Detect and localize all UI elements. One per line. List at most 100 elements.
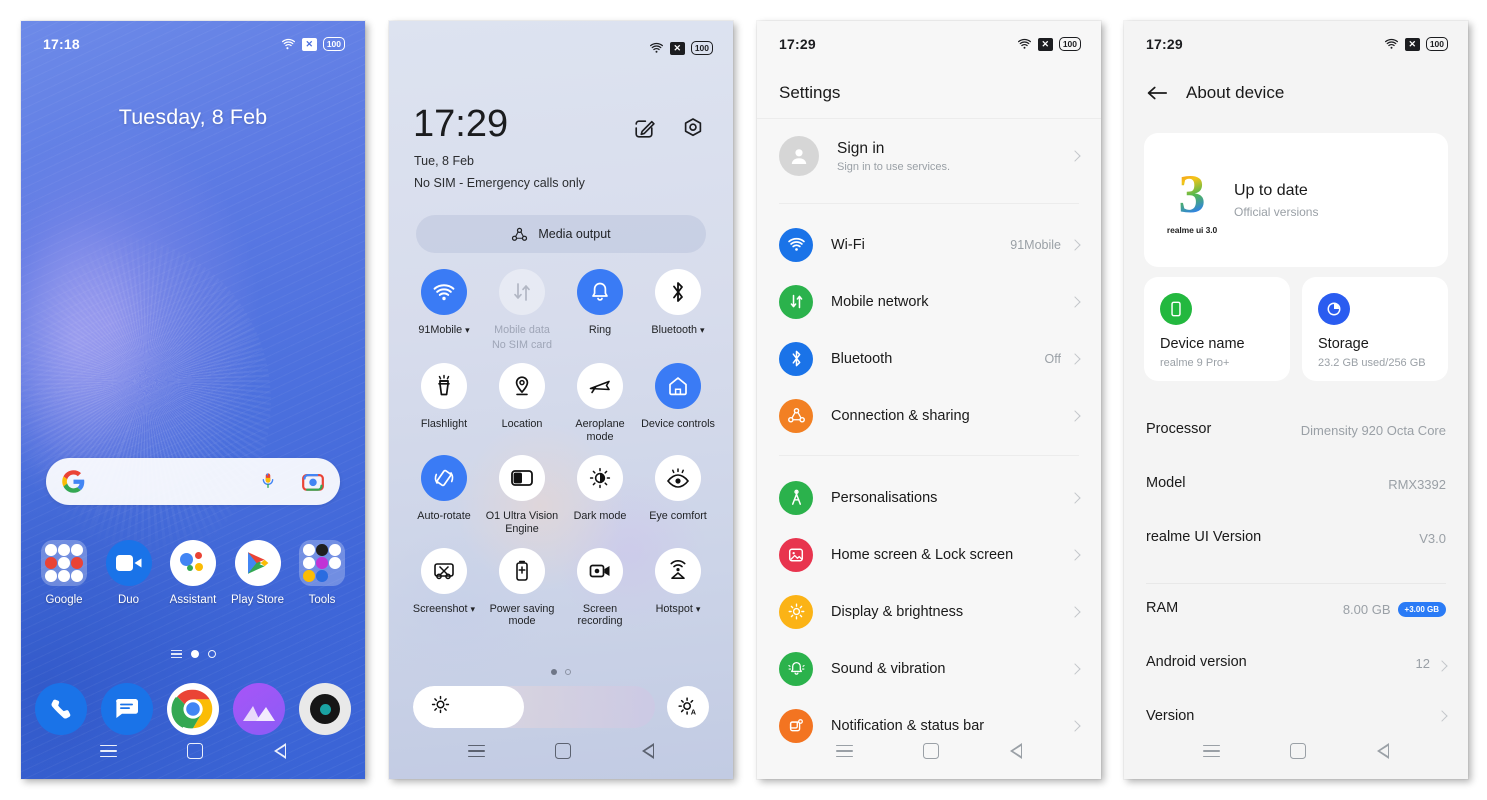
sidebar-item-label: Connection & sharing: [831, 407, 970, 424]
info-key: RAM: [1146, 600, 1179, 616]
panel-dot-active[interactable]: [551, 669, 557, 675]
tile-dark-mode[interactable]: Dark mode: [561, 455, 639, 535]
tile-vision-engine[interactable]: O1 Ultra Vision Engine: [483, 455, 561, 535]
battery-icon: 100: [1425, 37, 1448, 51]
sidebar-item-display-brightness[interactable]: Display & brightness: [779, 583, 1081, 640]
tile-label: Ring: [588, 324, 612, 336]
tile-aeroplane-mode[interactable]: Aeroplane mode: [561, 363, 639, 443]
tile-location[interactable]: Location: [483, 363, 561, 443]
bell-icon: [577, 269, 623, 315]
sidebar-item-home-lock-screen[interactable]: Home screen & Lock screen: [779, 526, 1081, 583]
tile-screen-recording[interactable]: Screen recording: [561, 547, 639, 628]
back-button[interactable]: [1009, 743, 1022, 759]
home-date: Tuesday, 8 Feb: [118, 105, 268, 129]
tile-ring[interactable]: Ring: [561, 269, 639, 351]
sidebar-item-bluetooth[interactable]: Bluetooth Off: [779, 330, 1081, 387]
wifi-icon: [1384, 38, 1398, 49]
sidebar-item-sign-in[interactable]: Sign in Sign in to use services.: [779, 119, 1081, 193]
sidebar-item-mobile-network[interactable]: Mobile network: [779, 273, 1081, 330]
panel-dot[interactable]: [565, 669, 571, 675]
sidebar-item-label: Bluetooth: [831, 350, 893, 367]
update-title: Up to date: [1234, 181, 1308, 199]
home-button[interactable]: [555, 743, 572, 759]
brightness-auto-button[interactable]: A: [667, 686, 709, 728]
tile-mobile-data[interactable]: Mobile data No SIM card: [483, 269, 561, 351]
gear-icon[interactable]: [681, 117, 705, 141]
sidebar-item-sound-vibration[interactable]: Sound & vibration: [779, 640, 1081, 697]
tile-device-controls[interactable]: Device controls: [639, 363, 717, 443]
app-tools-folder[interactable]: Tools: [291, 540, 353, 606]
back-button[interactable]: [1376, 743, 1389, 759]
status-bar: 17:18 ✕ 100: [21, 21, 365, 67]
navigation-bar: [389, 723, 733, 779]
panel-page-indicator[interactable]: [389, 669, 733, 675]
tile-power-saving[interactable]: Power saving mode: [483, 547, 561, 628]
vision-engine-icon: [499, 455, 545, 502]
app-duo[interactable]: Duo: [98, 540, 160, 606]
tile-wifi[interactable]: 91Mobile ▾: [405, 269, 483, 351]
page-dot[interactable]: [207, 650, 216, 658]
storage-value: 23.2 GB used/256 GB: [1318, 357, 1426, 369]
tile-auto-rotate[interactable]: Auto-rotate: [405, 455, 483, 535]
back-arrow-icon[interactable]: [1146, 84, 1168, 102]
tile-flashlight[interactable]: Flashlight: [405, 363, 483, 443]
phone-settings: 17:29 ✕ 100 Settings Sign in Sign in to …: [757, 21, 1101, 779]
app-drawer-icon[interactable]: [170, 650, 182, 658]
tile-eye-comfort[interactable]: Eye comfort: [639, 455, 717, 535]
sidebar-item-personalisations[interactable]: Personalisations: [779, 469, 1081, 526]
back-button[interactable]: [641, 743, 654, 759]
recents-button[interactable]: [1203, 744, 1221, 758]
back-button[interactable]: [273, 743, 286, 759]
tile-label: Screenshot ▾: [412, 602, 476, 615]
recents-button[interactable]: [100, 744, 118, 758]
storage-card[interactable]: Storage 23.2 GB used/256 GB: [1302, 277, 1448, 381]
tile-hotspot[interactable]: Hotspot ▾: [639, 547, 717, 628]
info-row-processor: Processor Dimensity 920 Octa Core: [1146, 405, 1446, 459]
brightness-slider[interactable]: [413, 686, 655, 728]
chevron-right-icon: [1069, 295, 1081, 308]
media-output-button[interactable]: Media output: [416, 215, 706, 253]
app-play-store[interactable]: Play Store: [227, 540, 289, 606]
home-button[interactable]: [187, 743, 204, 759]
page-dot-active[interactable]: [190, 650, 199, 658]
update-text: Up to date Official versions: [1234, 182, 1318, 219]
home-button[interactable]: [1290, 743, 1307, 759]
tile-bluetooth[interactable]: Bluetooth ▾: [639, 269, 717, 351]
tile-label: Dark mode: [573, 510, 627, 523]
edit-icon[interactable]: [633, 118, 655, 140]
info-key: Model: [1146, 475, 1186, 491]
divider: [779, 455, 1079, 456]
status-icons: ✕ 100: [1017, 37, 1081, 51]
app-google-folder[interactable]: Google: [33, 540, 95, 606]
system-update-card[interactable]: 3 realme ui 3.0 Up to date Official vers…: [1144, 133, 1448, 267]
info-row-model: Model RMX3392: [1146, 459, 1446, 513]
tile-screenshot[interactable]: Screenshot ▾: [405, 547, 483, 628]
app-assistant[interactable]: Assistant: [162, 540, 224, 606]
home-button[interactable]: [923, 743, 940, 759]
personalisation-icon: [779, 480, 813, 515]
google-lens-icon[interactable]: [302, 472, 324, 491]
tile-label: Power saving mode: [489, 602, 555, 628]
divider: [779, 203, 1079, 204]
info-row-android-version[interactable]: Android version 12: [1146, 638, 1448, 692]
sidebar-item-wifi[interactable]: Wi-Fi 91Mobile: [779, 216, 1081, 273]
chevron-down-icon[interactable]: ▾: [696, 604, 701, 614]
tile-label: Hotspot ▾: [655, 602, 701, 615]
sign-in-subtitle: Sign in to use services.: [837, 160, 951, 173]
home-icon: [655, 363, 701, 410]
chevron-down-icon[interactable]: ▾: [471, 604, 476, 614]
recents-button[interactable]: [836, 744, 854, 758]
app-label: Play Store: [230, 594, 285, 606]
page-indicator[interactable]: [21, 650, 365, 658]
media-output-label: Media output: [538, 227, 611, 241]
battery-saver-icon: [499, 547, 545, 594]
google-search-bar[interactable]: [46, 458, 340, 505]
chevron-right-icon: [1069, 352, 1081, 365]
sidebar-item-connection-sharing[interactable]: Connection & sharing: [779, 387, 1081, 444]
chevron-down-icon[interactable]: ▾: [465, 325, 470, 335]
microphone-icon[interactable]: [260, 471, 276, 493]
recents-button[interactable]: [468, 744, 486, 758]
device-name-card[interactable]: Device name realme 9 Pro+: [1144, 277, 1290, 381]
chevron-down-icon[interactable]: ▾: [700, 325, 705, 335]
play-store-icon: [234, 540, 281, 586]
